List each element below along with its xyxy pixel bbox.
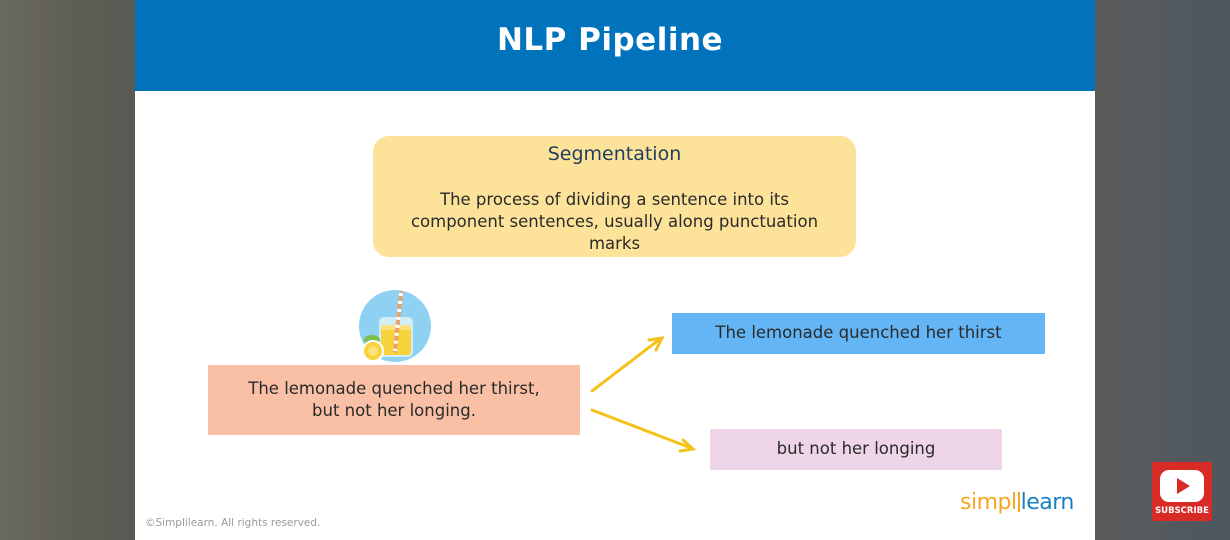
output-sentence-1: The lemonade quenched her thirst bbox=[715, 323, 1002, 342]
copyright-notice: ©Simplilearn. All rights reserved. bbox=[145, 517, 321, 529]
logo-divider bbox=[1017, 492, 1020, 512]
logo-part-2: learn bbox=[1020, 490, 1075, 515]
simplilearn-logo: simpl learn bbox=[960, 490, 1074, 515]
logo-part-1: simpl bbox=[960, 490, 1017, 515]
youtube-play-icon bbox=[1160, 470, 1204, 502]
output-sentence-1-box: The lemonade quenched her thirst bbox=[672, 313, 1045, 354]
slide: NLP Pipeline Segmentation The process of… bbox=[135, 0, 1095, 540]
output-sentence-2-box: but not her longing bbox=[710, 429, 1002, 470]
arrow-to-output-2 bbox=[590, 408, 697, 453]
subscribe-label: SUBSCRIBE bbox=[1155, 506, 1209, 516]
output-sentence-2: but not her longing bbox=[776, 439, 936, 458]
arrow-to-output-1 bbox=[590, 336, 665, 393]
subscribe-button[interactable]: SUBSCRIBE bbox=[1152, 462, 1212, 521]
